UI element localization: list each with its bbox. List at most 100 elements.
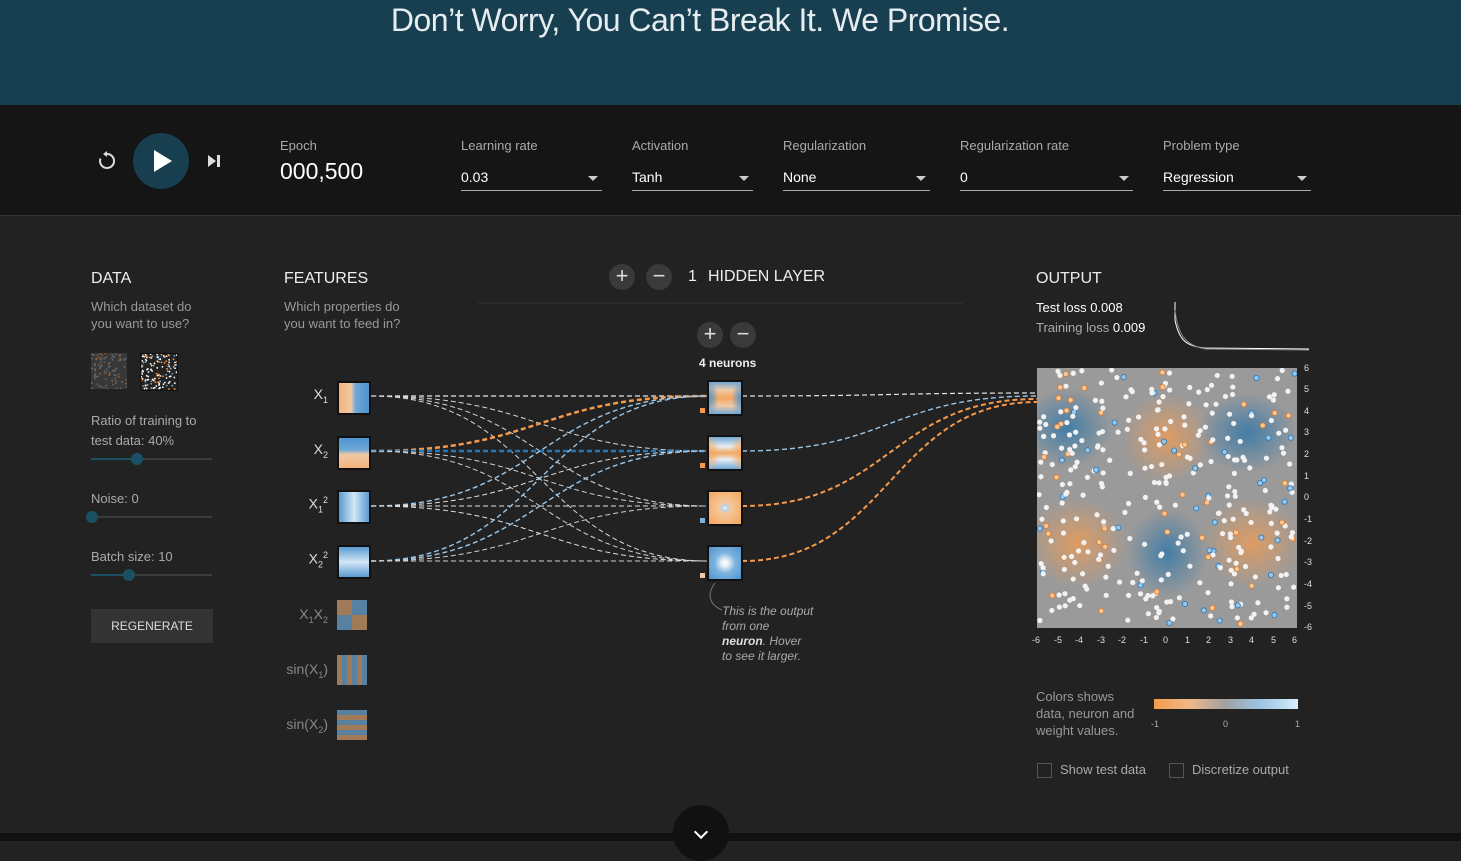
output-heatmap[interactable] bbox=[1037, 368, 1297, 628]
data-point bbox=[1037, 525, 1043, 532]
data-point bbox=[1142, 494, 1149, 500]
data-point bbox=[1166, 370, 1173, 376]
data-point bbox=[1055, 395, 1062, 402]
data-point bbox=[1184, 531, 1190, 537]
tooltip-line: from one bbox=[722, 619, 770, 633]
legend-text-line: Colors shows bbox=[1036, 689, 1115, 704]
bias-square[interactable] bbox=[700, 518, 705, 523]
x-tick-label: 0 bbox=[1163, 635, 1169, 645]
legend-text-line: weight values. bbox=[1036, 723, 1119, 738]
data-point bbox=[1153, 614, 1159, 621]
show-test-data-checkbox[interactable] bbox=[1037, 763, 1052, 778]
data-point bbox=[1165, 571, 1171, 577]
data-point bbox=[1134, 570, 1140, 576]
hidden-neuron-1[interactable] bbox=[707, 380, 743, 416]
data-point bbox=[1055, 368, 1061, 374]
add-neuron-button[interactable]: + bbox=[697, 322, 723, 348]
data-point bbox=[1100, 405, 1106, 411]
data-point bbox=[1202, 424, 1208, 430]
data-point bbox=[1278, 519, 1285, 526]
data-point bbox=[1107, 457, 1113, 463]
color-legend-bar bbox=[1154, 699, 1298, 709]
bias-square[interactable] bbox=[700, 408, 705, 413]
data-point bbox=[1096, 539, 1103, 546]
data-point bbox=[1278, 572, 1284, 579]
data-point bbox=[1127, 535, 1133, 542]
data-point bbox=[1231, 571, 1238, 577]
data-point bbox=[1176, 595, 1182, 601]
y-tick-label: -2 bbox=[1304, 536, 1313, 546]
data-point bbox=[1081, 539, 1087, 546]
data-point bbox=[1137, 582, 1144, 589]
data-point bbox=[1230, 516, 1236, 522]
data-point bbox=[1142, 447, 1148, 453]
data-point bbox=[1050, 433, 1057, 439]
data-point bbox=[1098, 607, 1105, 614]
data-point bbox=[1079, 368, 1085, 374]
data-point bbox=[1233, 529, 1240, 536]
data-point bbox=[1215, 510, 1222, 516]
data-point bbox=[1159, 384, 1166, 391]
data-point bbox=[1268, 417, 1274, 424]
discretize-output-label[interactable]: Discretize output bbox=[1192, 762, 1289, 777]
x-tick-label: -1 bbox=[1140, 635, 1149, 645]
data-point bbox=[1274, 537, 1281, 544]
data-point bbox=[1153, 426, 1160, 432]
x-tick-label: 2 bbox=[1206, 635, 1212, 645]
data-point bbox=[1049, 461, 1055, 468]
data-point bbox=[1154, 605, 1160, 611]
data-point bbox=[1155, 431, 1161, 437]
bias-square[interactable] bbox=[700, 463, 705, 468]
discretize-output-checkbox[interactable] bbox=[1169, 763, 1184, 778]
hidden-neuron-2[interactable] bbox=[707, 435, 743, 471]
tooltip-pointer bbox=[709, 582, 723, 611]
remove-neuron-button[interactable]: − bbox=[730, 322, 756, 348]
link-n3-out bbox=[741, 398, 1038, 507]
data-point bbox=[1268, 544, 1274, 550]
data-point bbox=[1063, 407, 1070, 414]
data-point bbox=[1265, 434, 1272, 441]
data-point bbox=[1231, 420, 1237, 427]
data-point bbox=[1145, 611, 1151, 617]
bias-square[interactable] bbox=[700, 573, 705, 578]
data-point bbox=[1072, 464, 1078, 470]
legend-mid-label: 0 bbox=[1223, 719, 1229, 729]
data-point bbox=[1172, 502, 1178, 508]
data-point bbox=[1179, 491, 1186, 498]
data-point bbox=[1205, 590, 1211, 596]
data-point bbox=[1070, 413, 1076, 419]
hidden-neuron-4[interactable] bbox=[707, 545, 743, 581]
tooltip-line: neuron. Hover bbox=[722, 634, 813, 649]
data-point bbox=[1048, 538, 1054, 544]
data-point bbox=[1203, 499, 1210, 506]
data-point bbox=[1084, 474, 1091, 480]
data-point bbox=[1111, 547, 1117, 553]
data-point bbox=[1070, 596, 1076, 602]
data-point bbox=[1232, 493, 1238, 499]
data-point bbox=[1075, 548, 1082, 554]
data-point bbox=[1060, 530, 1067, 536]
data-point bbox=[1040, 571, 1046, 577]
data-point bbox=[1085, 549, 1091, 555]
data-point bbox=[1080, 492, 1086, 498]
scroll-down-button[interactable] bbox=[673, 805, 729, 861]
legend-min-label: -1 bbox=[1151, 719, 1160, 729]
data-point bbox=[1260, 477, 1267, 484]
data-point bbox=[1283, 427, 1289, 433]
data-point bbox=[1209, 410, 1215, 416]
data-point bbox=[1255, 600, 1261, 606]
show-test-data-label[interactable]: Show test data bbox=[1060, 762, 1146, 777]
data-point bbox=[1077, 602, 1083, 609]
hidden-neuron-3[interactable] bbox=[707, 490, 743, 526]
data-point bbox=[1103, 574, 1109, 580]
data-point bbox=[1180, 548, 1186, 554]
link-n1-out bbox=[741, 392, 1038, 397]
remove-layer-button[interactable]: − bbox=[646, 264, 672, 290]
data-point bbox=[1094, 512, 1100, 518]
data-point bbox=[1237, 620, 1244, 627]
data-point bbox=[1125, 617, 1131, 623]
x-tick-label: -2 bbox=[1118, 635, 1127, 645]
add-layer-button[interactable]: + bbox=[609, 264, 635, 290]
data-point bbox=[1238, 549, 1244, 556]
data-point bbox=[1135, 414, 1142, 420]
